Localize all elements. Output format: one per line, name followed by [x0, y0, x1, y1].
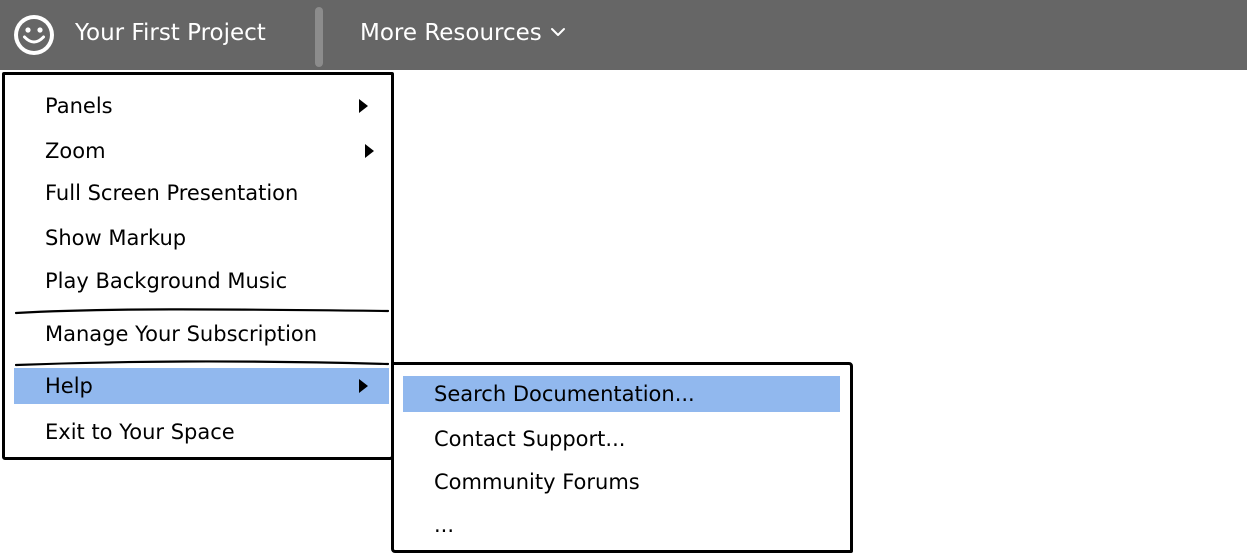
- more-resources-menu: Panels Zoom Full Screen Presentation Sho…: [2, 72, 394, 460]
- menu-item-label: Play Background Music: [45, 269, 288, 293]
- menu-item-zoom[interactable]: Zoom: [14, 133, 389, 169]
- project-title[interactable]: Your First Project: [75, 17, 266, 49]
- submenu-item-search-documentation[interactable]: Search Documentation...: [403, 376, 840, 412]
- help-submenu: Search Documentation... Contact Support.…: [391, 362, 853, 553]
- submenu-item-more[interactable]: ...: [403, 507, 840, 543]
- menu-item-label: Full Screen Presentation: [45, 181, 299, 205]
- submenu-arrow-icon: [359, 379, 368, 393]
- menu-item-label: ...: [434, 513, 455, 537]
- menu-item-label: Panels: [45, 94, 113, 118]
- menu-item-exit-to-space[interactable]: Exit to Your Space: [14, 414, 389, 450]
- submenu-arrow-icon: [365, 144, 374, 158]
- submenu-arrow-icon: [359, 99, 368, 113]
- more-resources-label: More Resources: [360, 20, 542, 46]
- menu-item-label: Contact Support...: [434, 427, 626, 451]
- smiley-face-icon[interactable]: [12, 13, 56, 57]
- more-resources-button[interactable]: More Resources: [360, 17, 566, 49]
- submenu-item-contact-support[interactable]: Contact Support...: [403, 421, 840, 457]
- menu-item-label: Search Documentation...: [434, 382, 695, 406]
- menu-item-label: Zoom: [45, 139, 106, 163]
- menu-item-label: Help: [45, 374, 93, 398]
- top-bar: Your First Project More Resources: [0, 0, 1247, 70]
- menu-item-label: Show Markup: [45, 226, 187, 250]
- menu-item-label: Community Forums: [434, 470, 640, 494]
- menu-item-label: Manage Your Subscription: [45, 322, 318, 346]
- submenu-item-community-forums[interactable]: Community Forums: [403, 464, 840, 500]
- chevron-down-icon: [550, 27, 565, 36]
- menu-item-panels[interactable]: Panels: [14, 88, 389, 124]
- menu-item-show-markup[interactable]: Show Markup: [14, 220, 389, 256]
- menu-item-help[interactable]: Help: [14, 368, 389, 404]
- menu-item-manage-subscription[interactable]: Manage Your Subscription: [14, 316, 389, 352]
- menu-item-play-background-music[interactable]: Play Background Music: [14, 263, 389, 299]
- topbar-divider: [315, 7, 323, 67]
- menu-item-full-screen-presentation[interactable]: Full Screen Presentation: [14, 175, 389, 211]
- menu-item-label: Exit to Your Space: [45, 420, 235, 444]
